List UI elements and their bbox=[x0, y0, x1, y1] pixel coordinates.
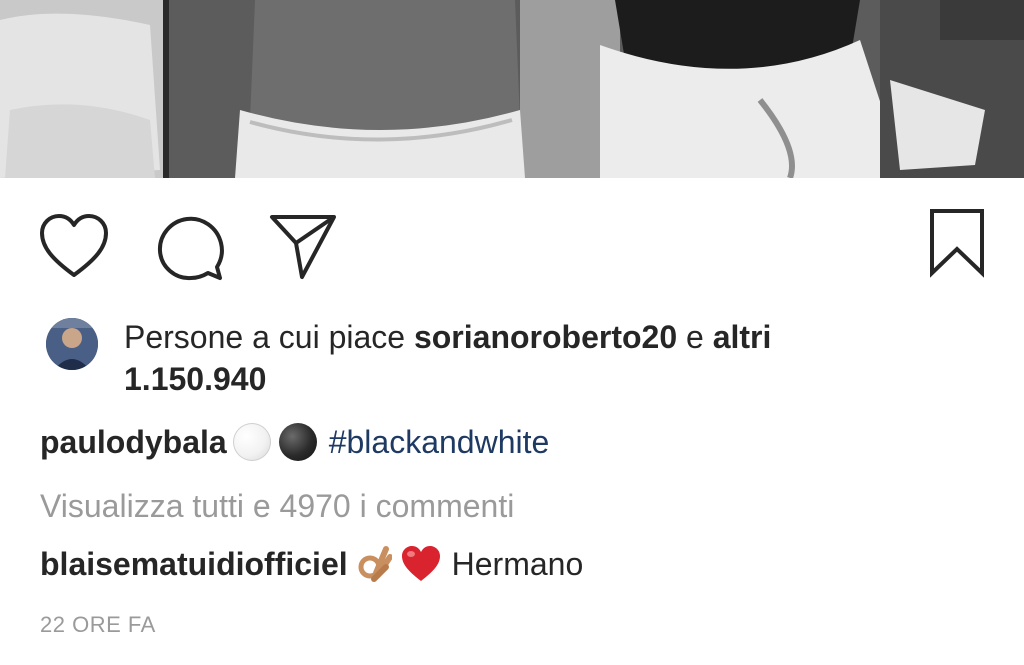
likes-others-label[interactable]: altri bbox=[713, 319, 772, 355]
action-bar bbox=[0, 205, 1024, 285]
red-heart-emoji bbox=[400, 545, 442, 594]
comment-text: Hermano bbox=[451, 546, 584, 582]
ok-hand-emoji bbox=[356, 543, 393, 594]
instagram-post: Persone a cui piace sorianoroberto20 e a… bbox=[0, 0, 1024, 665]
caption-username[interactable]: paulodybala bbox=[40, 424, 227, 460]
avatar[interactable] bbox=[46, 318, 98, 370]
likes-prefix: Persone a cui piace bbox=[124, 319, 406, 355]
likes-text: Persone a cui piace sorianoroberto20 e a… bbox=[124, 316, 984, 400]
black-circle-emoji bbox=[278, 423, 317, 461]
post-photo[interactable] bbox=[0, 0, 1024, 178]
liker-username[interactable]: sorianoroberto20 bbox=[414, 319, 677, 355]
speech-bubble-icon[interactable] bbox=[155, 213, 225, 283]
heart-outline-icon[interactable] bbox=[38, 213, 110, 279]
bookmark-icon[interactable] bbox=[926, 207, 988, 279]
paper-plane-icon[interactable] bbox=[268, 211, 340, 281]
white-circle-emoji bbox=[232, 423, 271, 461]
view-all-comments-link[interactable]: Visualizza tutti e 4970 i commenti bbox=[40, 484, 514, 528]
comment-username[interactable]: blaisematuidiofficiel bbox=[40, 546, 348, 582]
post-timestamp: 22 ORE FA bbox=[40, 612, 156, 637]
likes-count[interactable]: 1.150.940 bbox=[124, 361, 266, 397]
hashtag-link[interactable]: #blackandwhite bbox=[329, 424, 550, 460]
comment-row: blaisematuidiofficiel Hermano bbox=[40, 542, 583, 594]
likes-conjunction: e bbox=[686, 319, 704, 355]
post-caption: paulodybala #blackandwhite bbox=[40, 420, 549, 464]
